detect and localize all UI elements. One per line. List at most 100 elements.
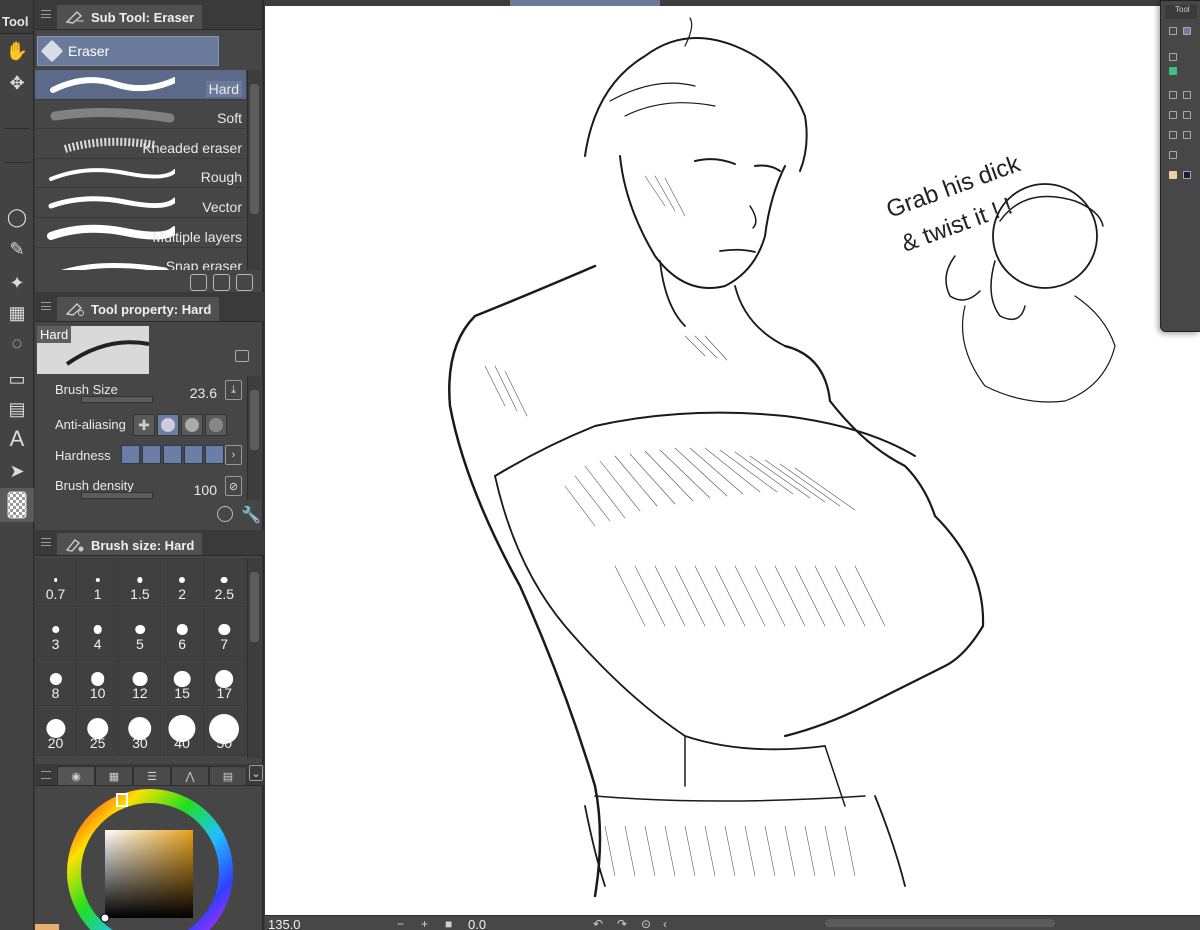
brush-size-tab[interactable]: Brush size: Hard <box>57 533 203 555</box>
mini-tool-icon[interactable] <box>1169 111 1177 119</box>
brush-size-preset[interactable]: 2.5 <box>203 558 246 607</box>
brush-size-preset[interactable]: 5 <box>119 607 162 657</box>
select-arrow-icon[interactable]: ➤ <box>0 458 34 484</box>
brush-size-scrollbar[interactable] <box>247 558 261 758</box>
brush-size-preset[interactable]: 40 <box>161 706 204 756</box>
rotate-right-icon[interactable]: ↷ <box>617 916 627 930</box>
mini-tool-icon[interactable] <box>1183 131 1191 139</box>
text-icon[interactable]: A <box>0 426 34 452</box>
brush-size-preset[interactable]: 25 <box>77 706 120 756</box>
scroll-thumb[interactable] <box>250 390 259 450</box>
brush-size-value[interactable]: 23.6 <box>190 385 217 401</box>
zoom-in-button[interactable]: + <box>421 916 428 930</box>
mini-tool-icon[interactable] <box>1169 91 1177 99</box>
hardness-step[interactable] <box>184 445 203 464</box>
mini-tool-icon[interactable] <box>1183 91 1191 99</box>
brush-size-preset[interactable]: 2 <box>161 558 204 607</box>
mini-tool-icon[interactable] <box>1169 53 1177 61</box>
mini-tool-icon[interactable] <box>1169 27 1177 35</box>
horizontal-scrollbar[interactable] <box>825 919 1055 927</box>
brush-size-preset[interactable]: 0.7 <box>35 558 77 607</box>
main-color-swatch[interactable] <box>35 924 59 930</box>
gradient-icon[interactable]: ▭ <box>0 366 34 392</box>
panel-menu-icon[interactable] <box>41 771 51 779</box>
mini-color-icon[interactable] <box>1183 171 1191 179</box>
subtool-item-soft[interactable]: Soft <box>35 100 246 130</box>
subtool-item-rough[interactable]: Rough <box>35 159 246 189</box>
brush-size-preset[interactable]: 10 <box>77 657 120 706</box>
chevron-down-icon[interactable]: ⌄ <box>249 765 263 781</box>
brush-size-preset[interactable]: 4 <box>77 607 120 657</box>
mini-tool-icon[interactable] <box>1183 27 1191 35</box>
subtool-item-multiple-layers[interactable]: Multiple layers <box>35 218 246 248</box>
color-wheel-tab[interactable]: ◉ <box>57 766 95 786</box>
brush-size-preset[interactable]: 17 <box>203 657 246 706</box>
tool-property-tab[interactable]: Tool property: Hard <box>57 297 220 321</box>
dial-icon[interactable] <box>217 506 233 522</box>
brush-size-preset[interactable]: 15 <box>161 657 204 706</box>
hardness-step[interactable] <box>121 445 140 464</box>
move-icon[interactable]: ✥ <box>0 70 34 96</box>
aa-medium-button[interactable] <box>181 414 203 436</box>
grid-icon[interactable]: ▦ <box>0 300 34 326</box>
brush-size-slider[interactable] <box>81 396 153 403</box>
scroll-thumb[interactable] <box>250 572 259 642</box>
brush-size-preset[interactable]: 1.5 <box>119 558 162 607</box>
mini-color-icon[interactable] <box>1169 171 1177 179</box>
eyedropper-icon[interactable]: ✎ <box>0 236 34 262</box>
tool-property-scrollbar[interactable] <box>247 376 261 500</box>
color-set-tab[interactable]: ▦ <box>95 766 133 786</box>
drawing-canvas[interactable]: Grab his dick & twist it ! ! <box>265 6 1200 915</box>
brush-size-preset[interactable]: 3 <box>35 607 77 657</box>
eraser-group-tab[interactable]: Eraser <box>37 36 219 66</box>
duplicate-icon[interactable] <box>213 274 230 291</box>
subtool-item-kneaded-eraser[interactable]: Kneaded eraser <box>35 129 246 159</box>
hardness-step[interactable] <box>163 445 182 464</box>
subtool-item-hard[interactable]: Hard <box>35 70 246 100</box>
subtool-tab[interactable]: Sub Tool: Eraser <box>57 5 203 29</box>
mini-color-icon[interactable] <box>1169 67 1177 75</box>
rotate-left-icon[interactable]: ↶ <box>593 916 603 930</box>
brush-size-preset[interactable]: 7 <box>203 607 246 657</box>
color-wheel[interactable] <box>63 788 237 930</box>
approximate-color-tab[interactable]: ⋀ <box>171 766 209 786</box>
aa-strong-button[interactable] <box>205 414 227 436</box>
chevron-left-icon[interactable]: ‹ <box>663 916 667 930</box>
color-history-tab[interactable]: ▤ <box>209 766 247 786</box>
brush-size-preset[interactable]: 1 <box>77 558 120 607</box>
zoom-out-button[interactable]: − <box>397 916 404 930</box>
scroll-thumb[interactable] <box>250 84 259 214</box>
mini-tool-icon[interactable] <box>1183 111 1191 119</box>
hardness-step[interactable] <box>205 445 224 464</box>
subtool-item-vector[interactable]: Vector <box>35 188 246 218</box>
rotation-value[interactable]: 0.0 <box>468 917 486 930</box>
stop-icon[interactable]: ■ <box>445 916 452 930</box>
hardness-step[interactable] <box>142 445 161 464</box>
panel-menu-icon[interactable] <box>41 538 51 546</box>
panel-menu-icon[interactable] <box>41 10 51 18</box>
wrench-icon[interactable]: 🔧 <box>241 505 261 525</box>
mini-tool-icon[interactable] <box>1169 131 1177 139</box>
brush-size-preset[interactable]: 8 <box>35 657 77 706</box>
subtool-scrollbar[interactable] <box>247 70 261 270</box>
import-icon[interactable] <box>190 274 207 291</box>
frame-icon[interactable]: ▤ <box>0 396 34 422</box>
brush-size-download-icon[interactable]: ⤓ <box>225 380 242 400</box>
sparkle-icon[interactable]: ✦ <box>0 270 34 296</box>
brush-size-preset[interactable]: 12 <box>119 657 162 706</box>
aa-none-button[interactable]: ✚ <box>133 414 155 436</box>
hand-icon[interactable]: ✋ <box>0 38 34 64</box>
lock-icon[interactable] <box>235 350 249 362</box>
brush-density-value[interactable]: 100 <box>194 482 217 498</box>
brush-density-slider[interactable] <box>81 492 153 499</box>
aa-weak-button[interactable] <box>157 414 179 436</box>
brush-size-preset[interactable]: 20 <box>35 706 77 756</box>
mini-tool-icon[interactable] <box>1169 151 1177 159</box>
zoom-value[interactable]: 135.0 <box>268 917 301 930</box>
lasso-fill-icon[interactable]: ◌ <box>0 330 34 356</box>
intermediate-color-tab[interactable]: ☰ <box>133 766 171 786</box>
brush-size-preset[interactable]: 30 <box>119 706 162 756</box>
lasso-icon[interactable]: ◯ <box>0 204 34 230</box>
transparent-color-icon[interactable] <box>0 488 34 522</box>
brush-size-preset[interactable]: 50 <box>203 706 246 756</box>
